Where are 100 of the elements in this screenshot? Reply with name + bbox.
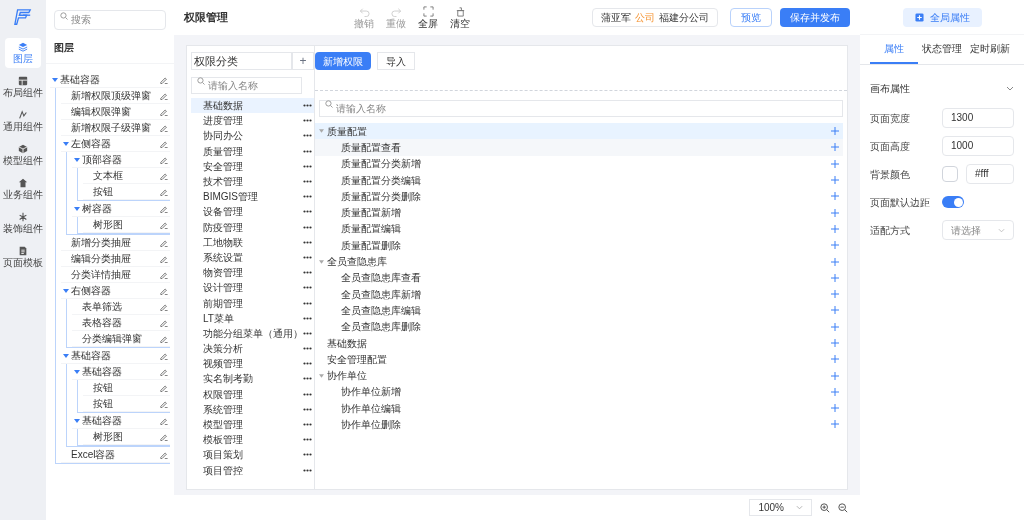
- global-properties-button[interactable]: 全局属性: [902, 7, 982, 27]
- input-field[interactable]: 1000: [942, 136, 1014, 156]
- edit-icon[interactable]: [160, 399, 168, 408]
- plus-icon[interactable]: [831, 143, 839, 152]
- permission-item[interactable]: 全员查隐患库编辑: [315, 302, 843, 319]
- edit-icon[interactable]: [160, 270, 168, 279]
- category-item[interactable]: BIMGIS管理: [191, 189, 314, 205]
- more-icon[interactable]: [303, 392, 312, 396]
- edit-icon[interactable]: [160, 123, 168, 132]
- rail-tab[interactable]: 业务组件: [5, 174, 41, 204]
- add-permission-button[interactable]: 新增权限: [315, 52, 371, 70]
- layer-item[interactable]: 新增分类抽屉: [61, 235, 170, 251]
- search-field[interactable]: 请输入名称: [319, 100, 843, 117]
- select-field[interactable]: 请选择: [942, 220, 1014, 240]
- toggle-switch[interactable]: [942, 196, 964, 208]
- more-icon[interactable]: [303, 301, 312, 305]
- edit-icon[interactable]: [160, 351, 168, 360]
- layer-item[interactable]: 树形图: [83, 217, 170, 233]
- plus-icon[interactable]: [831, 273, 839, 282]
- more-icon[interactable]: [303, 134, 312, 138]
- more-icon[interactable]: [303, 195, 312, 199]
- plus-icon[interactable]: [831, 159, 839, 168]
- search-field[interactable]: 搜索: [54, 9, 166, 30]
- permission-item[interactable]: 质量配置编辑: [315, 220, 843, 238]
- permission-item[interactable]: 全员查隐患库新增: [315, 285, 843, 303]
- permission-item[interactable]: 质量配置分类删除: [315, 188, 843, 205]
- caret-down-icon[interactable]: [52, 76, 58, 83]
- plus-icon[interactable]: [831, 176, 839, 185]
- edit-icon[interactable]: [160, 302, 168, 311]
- category-item[interactable]: 安全管理: [191, 158, 314, 174]
- edit-icon[interactable]: [160, 91, 168, 100]
- category-item[interactable]: 前期管理: [191, 295, 314, 311]
- plus-icon[interactable]: [831, 355, 839, 364]
- layer-item[interactable]: 编辑分类抽屉: [61, 251, 170, 267]
- edit-icon[interactable]: [160, 204, 168, 213]
- plus-icon[interactable]: [831, 257, 839, 266]
- permission-item[interactable]: 安全管理配置: [315, 351, 843, 368]
- publish-button[interactable]: 保存并发布: [780, 8, 850, 27]
- category-item[interactable]: 系统管理: [191, 401, 314, 417]
- layer-item[interactable]: 新增权限顶级弹窗: [61, 88, 170, 104]
- more-icon[interactable]: [303, 180, 312, 184]
- plus-icon[interactable]: [831, 290, 839, 299]
- rail-tab[interactable]: 页面模板: [5, 242, 41, 272]
- plus-icon[interactable]: [831, 306, 839, 315]
- user-info[interactable]: 蒲亚军 公司 福建分公司: [592, 8, 718, 27]
- more-icon[interactable]: [303, 468, 312, 472]
- more-icon[interactable]: [303, 453, 312, 457]
- tab[interactable]: 定时刷新: [966, 41, 1014, 64]
- more-icon[interactable]: [303, 407, 312, 411]
- layer-item[interactable]: 按钮: [83, 380, 170, 396]
- caret-down-icon[interactable]: [74, 417, 80, 424]
- more-icon[interactable]: [303, 438, 312, 442]
- more-icon[interactable]: [303, 316, 312, 320]
- layer-item[interactable]: 表单筛选: [72, 299, 170, 315]
- plus-icon[interactable]: [831, 420, 839, 429]
- chevron-down-icon[interactable]: [1006, 86, 1014, 91]
- input-field[interactable]: #fff: [966, 164, 1014, 184]
- permission-item[interactable]: 全员查隐患库删除: [315, 318, 843, 335]
- layer-item[interactable]: 左侧容器: [61, 136, 170, 152]
- more-icon[interactable]: [303, 271, 312, 275]
- layer-item[interactable]: 基础容器: [72, 413, 170, 429]
- rail-tab[interactable]: 通用组件: [5, 106, 41, 136]
- zoom-in-icon[interactable]: [820, 502, 830, 513]
- caret-down-icon[interactable]: [63, 352, 69, 359]
- permission-item[interactable]: 质量配置: [315, 123, 843, 140]
- edit-icon[interactable]: [160, 254, 168, 263]
- plus-icon[interactable]: [831, 404, 839, 413]
- caret-down-icon[interactable]: [318, 128, 324, 135]
- category-item[interactable]: 物资管理: [191, 265, 314, 281]
- caret-down-icon[interactable]: [63, 140, 69, 147]
- rail-tab[interactable]: 布局组件: [5, 72, 41, 102]
- category-item[interactable]: 项目管控: [191, 462, 314, 478]
- category-item[interactable]: 技术管理: [191, 173, 314, 190]
- category-item[interactable]: 基础数据: [191, 98, 314, 114]
- permission-item[interactable]: 基础数据: [315, 334, 843, 352]
- plus-icon[interactable]: [831, 387, 839, 396]
- layer-item[interactable]: 树形图: [83, 429, 170, 445]
- layer-item[interactable]: 基础容器: [50, 72, 170, 88]
- category-item[interactable]: 设计管理: [191, 280, 314, 296]
- tool-label[interactable]: 清空: [450, 19, 470, 29]
- edit-icon[interactable]: [160, 139, 168, 148]
- more-icon[interactable]: [303, 149, 312, 153]
- plus-icon[interactable]: [831, 192, 839, 201]
- category-item[interactable]: 视频管理: [191, 356, 314, 372]
- zoom-select[interactable]: 100%: [749, 499, 812, 516]
- layer-item[interactable]: 右侧容器: [61, 283, 170, 299]
- search-field[interactable]: 请输入名称: [191, 77, 302, 94]
- plus-icon[interactable]: [831, 241, 839, 250]
- permission-item[interactable]: 质量配置新增: [315, 204, 843, 221]
- edit-icon[interactable]: [160, 367, 168, 376]
- more-icon[interactable]: [303, 210, 312, 214]
- plus-icon[interactable]: [831, 371, 839, 380]
- more-icon[interactable]: [303, 164, 312, 168]
- category-item[interactable]: 实名制考勤: [191, 371, 314, 387]
- plus-icon[interactable]: [831, 127, 839, 136]
- more-icon[interactable]: [303, 225, 312, 229]
- permission-item[interactable]: 全员查隐患库: [315, 253, 843, 270]
- plus-icon[interactable]: [831, 322, 839, 331]
- layer-item[interactable]: 按钮: [83, 396, 170, 412]
- more-icon[interactable]: [303, 286, 312, 290]
